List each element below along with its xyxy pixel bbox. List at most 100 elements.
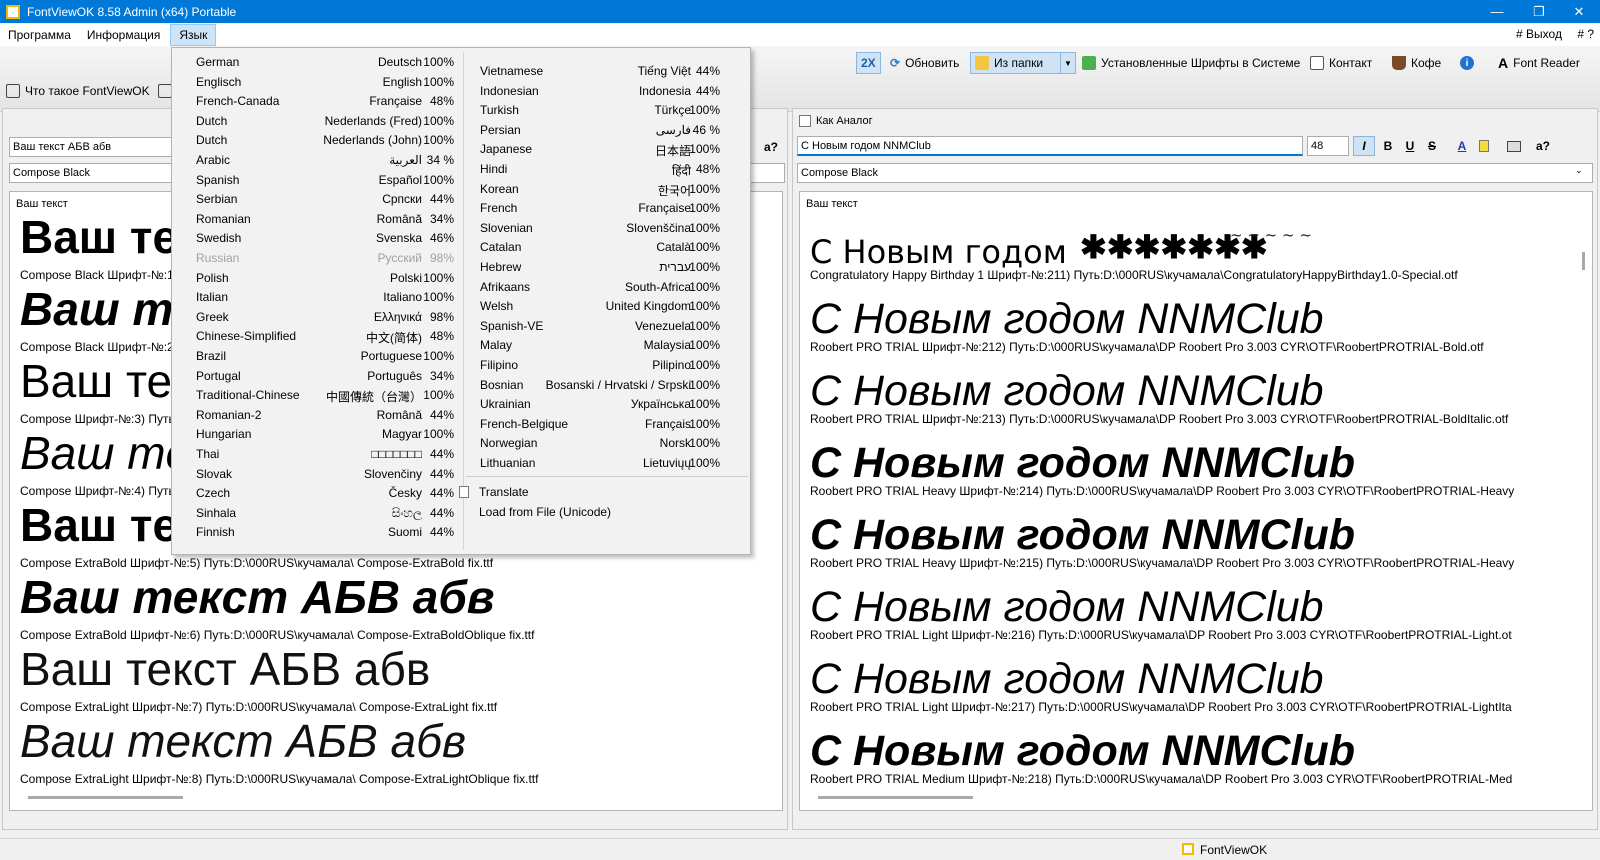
language-menu-item[interactable]: Turkish Türkçe 100% [480, 100, 728, 120]
left-hscroll-thumb[interactable] [28, 796, 183, 799]
contact-button[interactable]: Контакт [1306, 52, 1376, 74]
right-hscroll-thumb[interactable] [818, 796, 973, 799]
language-menu-item[interactable]: Korean 한국어 100% [480, 179, 728, 199]
font-reader-button[interactable]: A Font Reader [1494, 52, 1584, 74]
highlight-button[interactable] [1473, 136, 1495, 156]
menu-language[interactable]: Язык [170, 24, 217, 46]
right-vscroll-thumb[interactable] [1582, 252, 1585, 270]
language-menu-item[interactable]: Serbian Српски 44% [196, 189, 462, 209]
language-menu-item[interactable]: Sinhala සිංහල 44% [196, 503, 462, 523]
exit-link[interactable]: # Выход [1516, 27, 1562, 41]
language-menu-item[interactable]: Filipino Pilipino 100% [480, 355, 728, 375]
menu-item-load-file[interactable]: Load from File (Unicode) [459, 502, 739, 522]
language-native-name: Polski [389, 270, 422, 285]
language-menu-item[interactable]: Dutch Nederlands (John) 100% [196, 130, 462, 150]
language-menu-item[interactable]: Thai □□□□□□□ 44% [196, 444, 462, 464]
language-menu-item[interactable]: Traditional-Chinese 中國傳統（台灣） 100% [196, 385, 462, 405]
strikeout-button[interactable]: S [1421, 136, 1443, 156]
language-menu-item[interactable]: Lithuanian Lietuviųų 100% [480, 453, 728, 473]
analog-checkbox[interactable]: Как Аналог [799, 115, 873, 127]
right-text-input[interactable]: С Новым годом NNMClub [797, 136, 1303, 156]
bold-button[interactable]: B [1377, 136, 1399, 156]
language-name: Traditional-Chinese [196, 388, 300, 403]
language-menu-item[interactable]: Brazil Portuguese 100% [196, 346, 462, 366]
language-menu-item[interactable]: Russian Русский 98% [196, 248, 462, 268]
language-menu-item[interactable]: Spanish-VE Venezuela 100% [480, 316, 728, 336]
underline-button[interactable]: U [1399, 136, 1421, 156]
language-menu-item[interactable]: Dutch Nederlands (Fred) 100% [196, 111, 462, 131]
translate-label: Translate [479, 485, 529, 499]
language-percent: 98% [429, 309, 454, 324]
maximize-button[interactable]: ❐ [1518, 0, 1560, 23]
language-menu-item[interactable]: Czech Česky 44% [196, 483, 462, 503]
what-is-button[interactable]: Что такое FontViewOK [2, 80, 154, 102]
language-menu-item[interactable]: Englisch English 100% [196, 72, 462, 92]
font-size-input[interactable]: 48 [1307, 136, 1349, 156]
installed-fonts-button[interactable]: Установленные Шрифты в Системе [1078, 52, 1304, 74]
language-menu-item[interactable]: Slovenian Slovenščina 100% [480, 218, 728, 238]
language-menu-item[interactable]: Greek Ελληνικά 98% [196, 307, 462, 327]
language-menu-item[interactable]: Welsh United Kingdom 100% [480, 296, 728, 316]
language-menu-item[interactable]: Polish Polski 100% [196, 268, 462, 288]
minimize-button[interactable]: — [1476, 0, 1518, 23]
checkbox-box[interactable] [799, 115, 811, 127]
language-menu-item[interactable]: French-Belgique Français 100% [480, 414, 728, 434]
tool-icon [158, 84, 172, 98]
help-link[interactable]: # ? [1577, 27, 1594, 41]
language-menu-item[interactable]: Romanian Română 34% [196, 209, 462, 229]
language-menu-item[interactable]: Indonesian Indonesia 44% [480, 81, 728, 101]
font-info: Roobert PRO TRIAL Шрифт-№:212) Путь:D:\0… [810, 340, 1484, 354]
language-menu-item[interactable]: German Deutsch 100% [196, 52, 462, 72]
language-menu-item[interactable]: Malay Malaysia 100% [480, 335, 728, 355]
language-percent: 100% [689, 377, 720, 392]
language-menu-item[interactable]: Chinese-Simplified 中文(简体) 48% [196, 326, 462, 346]
language-menu-item[interactable]: Slovak Slovenčiny 44% [196, 464, 462, 484]
language-menu-item[interactable]: Italian Italiano 100% [196, 287, 462, 307]
info-button[interactable]: i [1456, 52, 1483, 74]
refresh-button[interactable]: ⟳ Обновить [886, 52, 963, 74]
language-name: German [196, 55, 240, 69]
italic-button[interactable]: I [1353, 136, 1375, 156]
right-help-button[interactable]: a? [1531, 136, 1555, 156]
menu-info[interactable]: Информация [79, 25, 168, 45]
zoom-2x-button[interactable]: 2X [856, 52, 881, 74]
language-native-name: Українська [630, 397, 691, 412]
language-menu-item[interactable]: Vietnamese Tiếng Việt 44% [480, 61, 728, 81]
language-menu-item[interactable]: Japanese 日本語 100% [480, 139, 728, 159]
language-menu-item[interactable]: Hungarian Magyar 100% [196, 424, 462, 444]
language-native-name: Nederlands (John) [323, 133, 422, 148]
menu-item-translate[interactable]: Translate [459, 482, 739, 502]
language-menu-item[interactable]: Portugal Português 34% [196, 366, 462, 386]
menu-program[interactable]: Программа [0, 25, 79, 45]
language-menu-item[interactable]: Bosnian Bosanski / Hrvatski / Srpski 100% [480, 375, 728, 395]
font-color-button[interactable]: A [1451, 136, 1473, 156]
language-menu-item[interactable]: Spanish Español 100% [196, 170, 462, 190]
language-menu-item[interactable]: Hebrew עברית 100% [480, 257, 728, 277]
from-folder-button[interactable]: Из папки [970, 52, 1062, 74]
language-menu-item[interactable]: Norwegian Norsk 100% [480, 433, 728, 453]
from-folder-dropdown[interactable]: ▼ [1060, 52, 1076, 74]
language-menu-item[interactable]: Afrikaans South-Africa 100% [480, 277, 728, 297]
close-button[interactable]: ✕ [1558, 0, 1600, 23]
language-name: French-Canada [196, 94, 280, 109]
language-menu-item[interactable]: Persian فارسی 46 % [480, 120, 728, 140]
language-percent: 44% [695, 64, 720, 78]
coffee-button[interactable]: Кофе [1388, 52, 1445, 74]
chevron-down-icon[interactable]: ⌄ [1575, 165, 1583, 176]
refresh-label: Обновить [905, 56, 960, 70]
language-menu-item[interactable]: French-Canada Française 48% [196, 91, 462, 111]
language-percent: 44% [429, 466, 454, 481]
language-menu-item[interactable]: Ukrainian Українська 100% [480, 394, 728, 414]
print-button[interactable] [1503, 136, 1525, 156]
language-menu-item[interactable]: Swedish Svenska 46% [196, 228, 462, 248]
language-menu-item[interactable]: French Française 100% [480, 198, 728, 218]
left-help-button[interactable]: a? [759, 137, 783, 157]
font-sample: С Новым годом [810, 233, 1067, 271]
language-menu-item[interactable]: Finnish Suomi 44% [196, 522, 462, 542]
right-font-select[interactable]: Compose Black [797, 163, 1593, 183]
language-menu-item[interactable]: Romanian-2 Română 44% [196, 405, 462, 425]
language-menu-item[interactable]: Hindi हिंदी 48% [480, 159, 728, 179]
language-menu-item[interactable]: Catalan Català 100% [480, 237, 728, 257]
load-file-label: Load from File (Unicode) [479, 505, 612, 519]
language-menu-item[interactable]: Arabic العربية 34 % [196, 150, 462, 170]
